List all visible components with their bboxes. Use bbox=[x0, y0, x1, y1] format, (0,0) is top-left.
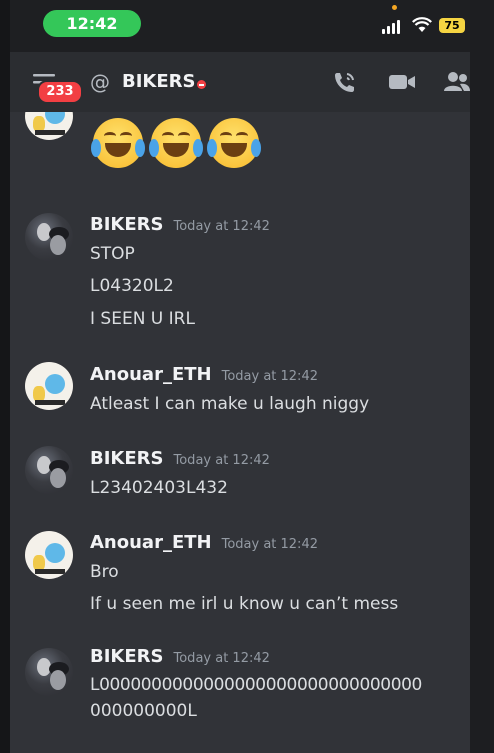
message-author[interactable]: BIKERS bbox=[90, 646, 164, 667]
emoji-message bbox=[90, 115, 262, 171]
message-header: BIKERS Today at 12:42 bbox=[90, 214, 270, 235]
message-author[interactable]: Anouar_ETH bbox=[90, 364, 212, 385]
message-author[interactable]: BIKERS bbox=[90, 214, 164, 235]
header-overlay: 233 @ BIKERS bbox=[10, 52, 470, 112]
message-header: BIKERS Today at 12:42 bbox=[90, 646, 270, 667]
message-author[interactable]: Anouar_ETH bbox=[90, 532, 212, 553]
message-header: BIKERS Today at 12:42 bbox=[90, 448, 270, 469]
avatar[interactable] bbox=[25, 531, 73, 579]
left-edge bbox=[0, 0, 10, 753]
avatar[interactable] bbox=[25, 362, 73, 410]
chat-screen: 12:42 75 233 @ BIKERS BIKERS Today at 12… bbox=[10, 0, 470, 753]
message-text: L0000000000000000000000000000000 bbox=[90, 675, 422, 695]
tears-of-joy-emoji-icon bbox=[148, 115, 204, 171]
signal-icon bbox=[382, 20, 400, 34]
message-timestamp: Today at 12:42 bbox=[221, 369, 318, 384]
tears-of-joy-emoji-icon bbox=[90, 115, 146, 171]
right-edge bbox=[470, 0, 494, 753]
at-icon: @ bbox=[90, 70, 110, 94]
avatar[interactable] bbox=[25, 648, 73, 696]
message-text: If u seen me irl u know u can’t mess bbox=[90, 594, 399, 614]
message-text: Atleast I can make u laugh niggy bbox=[90, 394, 370, 414]
avatar[interactable] bbox=[25, 446, 73, 494]
message-text: I SEEN U IRL bbox=[90, 309, 195, 329]
message-text: L04320L2 bbox=[90, 276, 174, 296]
message-timestamp: Today at 12:42 bbox=[173, 651, 270, 666]
message-text: Bro bbox=[90, 562, 119, 582]
mic-indicator-icon bbox=[392, 5, 397, 10]
avatar[interactable] bbox=[25, 213, 73, 261]
message-timestamp: Today at 12:42 bbox=[173, 219, 270, 234]
members-icon[interactable] bbox=[442, 69, 470, 95]
message-timestamp: Today at 12:42 bbox=[173, 453, 270, 468]
channel-title[interactable]: BIKERS bbox=[122, 71, 196, 92]
message-text: L23402403L432 bbox=[90, 478, 228, 498]
message-author[interactable]: BIKERS bbox=[90, 448, 164, 469]
status-time: 12:42 bbox=[43, 10, 141, 37]
tears-of-joy-emoji-icon bbox=[206, 115, 262, 171]
dnd-status-icon bbox=[197, 80, 206, 89]
video-icon[interactable] bbox=[388, 69, 416, 95]
message-text: 000000000L bbox=[90, 701, 197, 721]
call-icon[interactable] bbox=[332, 69, 358, 95]
unread-badge: 233 bbox=[37, 80, 83, 104]
wifi-icon bbox=[412, 17, 432, 32]
status-bar: 12:42 75 bbox=[10, 0, 470, 52]
message-header: Anouar_ETH Today at 12:42 bbox=[90, 364, 318, 385]
message-timestamp: Today at 12:42 bbox=[221, 537, 318, 552]
battery-level: 75 bbox=[439, 18, 465, 33]
message-header: Anouar_ETH Today at 12:42 bbox=[90, 532, 318, 553]
message-text: STOP bbox=[90, 244, 135, 264]
